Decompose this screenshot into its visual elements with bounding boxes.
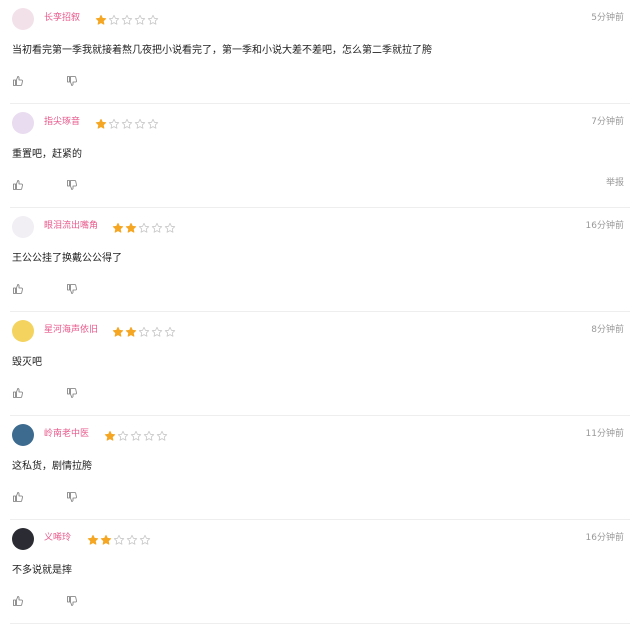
star-empty-icon [164, 219, 176, 233]
star-empty-icon [126, 531, 138, 545]
thumb-up-icon[interactable] [12, 72, 24, 86]
timestamp: 7分钟前 [591, 117, 624, 127]
star-empty-icon [139, 531, 151, 545]
rating-stars [104, 427, 168, 441]
thumb-up-icon[interactable] [12, 176, 24, 190]
avatar[interactable] [12, 320, 34, 342]
star-empty-icon [164, 323, 176, 337]
star-empty-icon [121, 115, 133, 129]
rating-stars [112, 323, 176, 337]
username[interactable]: 义唏玲 [44, 532, 71, 544]
review-item: 星河海声依旧 8分钟前毁灭吧 [0, 312, 640, 416]
review-item: 指尖琢音 7分钟前重置吧，赶紧的举报 [0, 104, 640, 208]
thumb-up-icon[interactable] [12, 488, 24, 502]
timestamp: 8分钟前 [591, 325, 624, 335]
avatar[interactable] [12, 216, 34, 238]
timestamp: 16分钟前 [585, 221, 624, 231]
star-filled-icon [112, 323, 124, 337]
review-item: 义唏玲 16分钟前不多说就是摔 [0, 520, 640, 624]
star-filled-icon [112, 219, 124, 233]
thumb-up-icon[interactable] [12, 592, 24, 606]
thumb-down-icon[interactable] [66, 384, 78, 398]
timestamp: 16分钟前 [585, 533, 624, 543]
username[interactable]: 长孪招叙 [44, 12, 80, 24]
review-text: 毁灭吧 [12, 357, 42, 368]
star-filled-icon [125, 323, 137, 337]
review-item: 眼泪流出嘴角 16分钟前王公公挂了换戴公公得了 [0, 208, 640, 312]
thumb-down-icon[interactable] [66, 176, 78, 190]
timestamp: 5分钟前 [591, 13, 624, 23]
avatar[interactable] [12, 112, 34, 134]
timestamp: 11分钟前 [585, 429, 624, 439]
review-text: 当初看完第一季我就接着熬几夜把小说看完了，第一季和小说大差不差吧，怎么第二季就拉… [12, 45, 432, 56]
avatar[interactable] [12, 424, 34, 446]
thumb-up-icon[interactable] [12, 384, 24, 398]
star-empty-icon [108, 11, 120, 25]
star-empty-icon [134, 115, 146, 129]
star-empty-icon [147, 115, 159, 129]
star-empty-icon [143, 427, 155, 441]
username[interactable]: 岭南老中医 [44, 428, 89, 440]
star-empty-icon [113, 531, 125, 545]
star-empty-icon [117, 427, 129, 441]
thumb-down-icon[interactable] [66, 488, 78, 502]
star-empty-icon [151, 219, 163, 233]
rating-stars [95, 11, 159, 25]
star-empty-icon [108, 115, 120, 129]
review-text: 重置吧，赶紧的 [12, 149, 82, 160]
star-filled-icon [125, 219, 137, 233]
star-filled-icon [95, 11, 107, 25]
star-empty-icon [156, 427, 168, 441]
star-filled-icon [100, 531, 112, 545]
star-empty-icon [121, 11, 133, 25]
star-filled-icon [104, 427, 116, 441]
thumb-down-icon[interactable] [66, 280, 78, 294]
username[interactable]: 指尖琢音 [44, 116, 80, 128]
rating-stars [87, 531, 151, 545]
review-text: 这私货，剧情拉胯 [12, 461, 92, 472]
username[interactable]: 星河海声依旧 [44, 324, 98, 336]
star-empty-icon [134, 11, 146, 25]
star-empty-icon [151, 323, 163, 337]
avatar[interactable] [12, 528, 34, 550]
star-empty-icon [138, 219, 150, 233]
review-item: 长孪招叙 5分钟前当初看完第一季我就接着熬几夜把小说看完了，第一季和小说大差不差吧… [0, 0, 640, 104]
username[interactable]: 眼泪流出嘴角 [44, 220, 98, 232]
thumb-down-icon[interactable] [66, 72, 78, 86]
avatar[interactable] [12, 8, 34, 30]
rating-stars [95, 115, 159, 129]
review-text: 王公公挂了换戴公公得了 [12, 253, 122, 264]
rating-stars [112, 219, 176, 233]
report-link[interactable]: 举报 [606, 177, 624, 189]
review-text: 不多说就是摔 [12, 565, 72, 576]
star-filled-icon [95, 115, 107, 129]
star-empty-icon [138, 323, 150, 337]
star-empty-icon [130, 427, 142, 441]
star-empty-icon [147, 11, 159, 25]
star-filled-icon [87, 531, 99, 545]
thumb-up-icon[interactable] [12, 280, 24, 294]
review-item: 岭南老中医 11分钟前这私货，剧情拉胯 [0, 416, 640, 520]
thumb-down-icon[interactable] [66, 592, 78, 606]
